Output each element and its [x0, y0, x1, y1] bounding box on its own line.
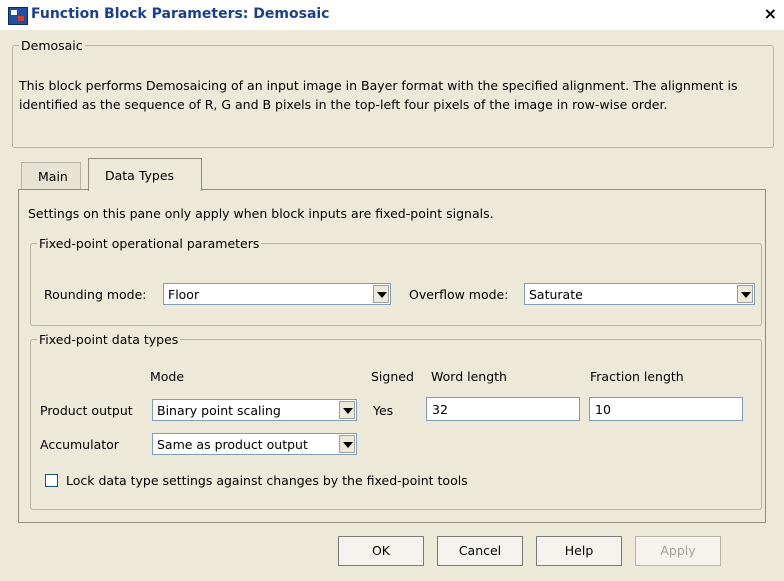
product-output-fraction-length-value: 10 — [595, 402, 611, 417]
close-icon[interactable]: × — [764, 4, 777, 23]
overflow-mode-label: Overflow mode: — [409, 287, 509, 302]
demosaic-group-title: Demosaic — [21, 38, 83, 53]
product-output-mode-dropdown[interactable]: Binary point scaling — [152, 399, 357, 421]
product-output-signed: Yes — [373, 403, 394, 418]
mode-header: Mode — [150, 369, 185, 384]
chevron-down-icon[interactable] — [373, 285, 389, 303]
block-description: This block performs Demosaicing of an in… — [19, 78, 738, 112]
operational-parameters-group: Fixed-point operational parameters — [30, 236, 762, 326]
lock-data-type-label: Lock data type settings against changes … — [66, 473, 468, 488]
chevron-down-icon[interactable] — [737, 285, 753, 303]
product-output-mode-value: Binary point scaling — [157, 403, 281, 418]
fraction-length-header: Fraction length — [590, 369, 684, 384]
accumulator-label: Accumulator — [40, 437, 119, 452]
product-output-word-length-value: 32 — [432, 402, 448, 417]
title-bar: Function Block Parameters: Demosaic × — [0, 0, 784, 30]
overflow-mode-value: Saturate — [529, 287, 583, 302]
help-button[interactable]: Help — [536, 536, 622, 566]
data-types-group-title: Fixed-point data types — [39, 332, 179, 347]
product-output-word-length-field[interactable]: 32 — [426, 397, 580, 421]
apply-button[interactable]: Apply — [635, 536, 721, 566]
tab-main[interactable]: Main — [21, 162, 81, 189]
rounding-mode-label: Rounding mode: — [44, 287, 147, 302]
word-length-header: Word length — [431, 369, 507, 384]
chevron-down-icon[interactable] — [339, 435, 355, 453]
tab-data-types[interactable]: Data Types — [88, 158, 202, 191]
accumulator-mode-value: Same as product output — [157, 437, 308, 452]
overflow-mode-dropdown[interactable]: Saturate — [524, 283, 755, 305]
simulink-block-icon — [8, 7, 28, 25]
fixed-point-note: Settings on this pane only apply when bl… — [28, 206, 494, 221]
rounding-mode-value: Floor — [168, 287, 200, 302]
tab-main-label: Main — [38, 169, 68, 184]
accumulator-mode-dropdown[interactable]: Same as product output — [152, 433, 357, 455]
signed-header: Signed — [371, 369, 414, 384]
product-output-fraction-length-field[interactable]: 10 — [589, 397, 743, 421]
window-title: Function Block Parameters: Demosaic — [31, 6, 330, 22]
chevron-down-icon[interactable] — [339, 401, 355, 419]
tab-data-types-label: Data Types — [105, 168, 175, 183]
operational-parameters-title: Fixed-point operational parameters — [39, 236, 260, 251]
cancel-button[interactable]: Cancel — [437, 536, 523, 566]
product-output-label: Product output — [40, 403, 133, 418]
ok-button[interactable]: OK — [338, 536, 424, 566]
lock-data-type-checkbox[interactable] — [45, 474, 58, 487]
rounding-mode-dropdown[interactable]: Floor — [163, 283, 391, 305]
